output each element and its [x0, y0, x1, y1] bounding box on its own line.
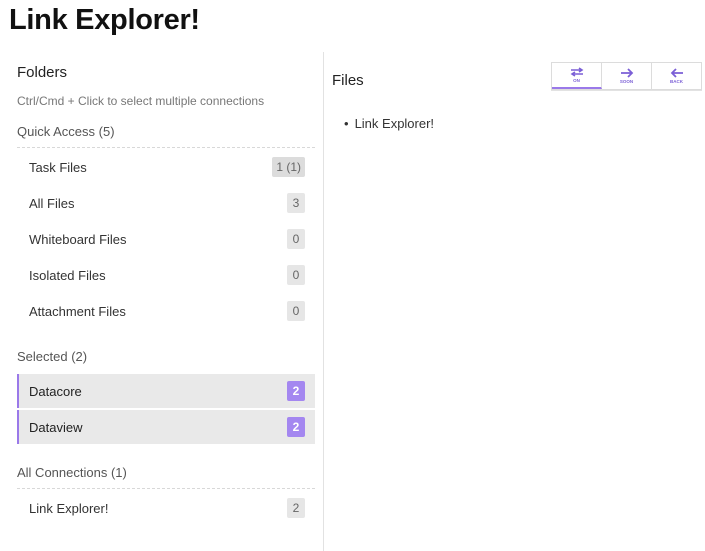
- connection-label: Dataview: [29, 419, 83, 435]
- connection-link-explorer[interactable]: Link Explorer! 2: [17, 491, 315, 525]
- file-list: Link Explorer!: [344, 116, 434, 131]
- toggle-on-button[interactable]: ON: [552, 63, 602, 89]
- arrow-right-icon: [620, 68, 633, 78]
- count-badge: 2: [287, 417, 305, 437]
- toolbar-label: SOON: [619, 79, 634, 84]
- count-badge: 0: [287, 265, 305, 285]
- count-badge: 2: [287, 498, 305, 518]
- count-badge: 1 (1): [272, 157, 305, 177]
- folder-attachment-files[interactable]: Attachment Files 0: [17, 294, 315, 328]
- toolbar-label: ON: [573, 78, 580, 83]
- files-title: Files: [332, 72, 364, 89]
- folders-sidebar: Folders Ctrl/Cmd + Click to select multi…: [0, 52, 324, 551]
- count-badge: 3: [287, 193, 305, 213]
- app-title: Link Explorer!: [9, 4, 200, 36]
- forward-button[interactable]: SOON: [602, 63, 652, 89]
- all-connections-group: All Connections (1) Link Explorer! 2: [17, 462, 315, 525]
- view-toolbar: ON SOON BACK: [551, 62, 702, 90]
- folder-label: All Files: [29, 195, 75, 211]
- folder-whiteboard-files[interactable]: Whiteboard Files 0: [17, 222, 315, 256]
- sidebar-title: Folders: [17, 64, 68, 81]
- folder-isolated-files[interactable]: Isolated Files 0: [17, 258, 315, 292]
- quick-access-heading: Quick Access (5): [17, 121, 315, 148]
- folder-task-files[interactable]: Task Files 1 (1): [17, 150, 315, 184]
- connection-datacore[interactable]: Datacore 2: [17, 374, 315, 408]
- selected-group: Selected (2) Datacore 2 Dataview 2: [17, 346, 315, 444]
- count-badge: 0: [287, 301, 305, 321]
- connection-label: Link Explorer!: [29, 500, 109, 516]
- folder-label: Whiteboard Files: [29, 231, 127, 247]
- folder-label: Task Files: [29, 159, 87, 175]
- file-list-item[interactable]: Link Explorer!: [344, 116, 434, 131]
- folder-all-files[interactable]: All Files 3: [17, 186, 315, 220]
- connection-label: Datacore: [29, 383, 82, 399]
- file-link[interactable]: Link Explorer!: [355, 116, 434, 131]
- toolbar-label: BACK: [670, 79, 683, 84]
- all-connections-heading: All Connections (1): [17, 462, 315, 489]
- back-button[interactable]: BACK: [652, 63, 701, 89]
- folder-label: Isolated Files: [29, 267, 106, 283]
- count-badge: 0: [287, 229, 305, 249]
- arrow-left-icon: [670, 68, 683, 78]
- selection-hint: Ctrl/Cmd + Click to select multiple conn…: [17, 94, 265, 108]
- count-badge: 2: [287, 381, 305, 401]
- quick-access-group: Quick Access (5) Task Files 1 (1) All Fi…: [17, 121, 315, 328]
- toolbar-divider: [551, 90, 702, 91]
- connection-dataview[interactable]: Dataview 2: [17, 410, 315, 444]
- selected-heading: Selected (2): [17, 349, 88, 364]
- folder-label: Attachment Files: [29, 303, 126, 319]
- arrows-both-icon: [570, 67, 583, 77]
